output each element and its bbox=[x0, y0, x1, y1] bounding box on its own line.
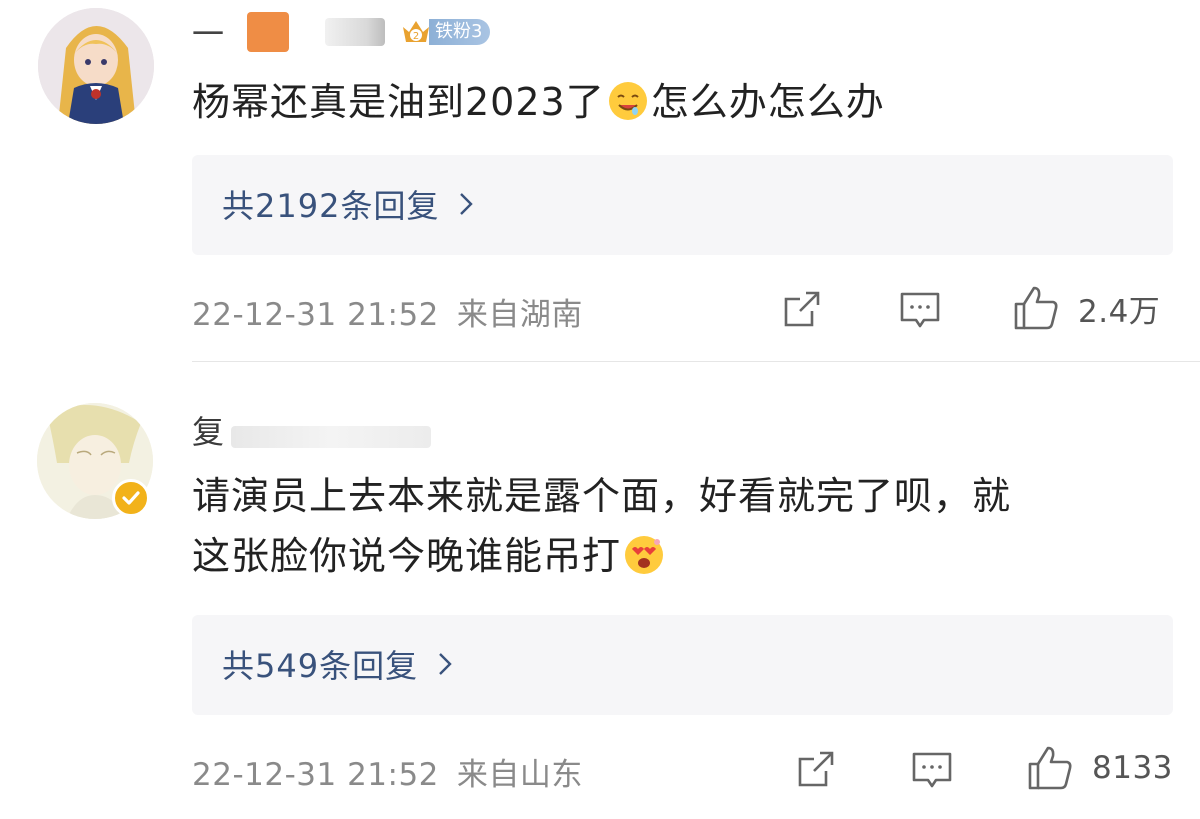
drooling-face-emoji bbox=[608, 82, 647, 120]
replies-count-label: 共549条回复 bbox=[222, 647, 419, 685]
comment-text-part: 杨幂还真是油到2023了 bbox=[192, 80, 605, 124]
comment-text-part: 这张脸你说今晚谁能吊打 bbox=[192, 534, 622, 578]
comment-item: 复 请演员上去本来就是露个面，好看就完了呗，就 这张脸你说今晚谁能吊打 共549… bbox=[0, 363, 1200, 819]
comment-text: 请演员上去本来就是露个面，好看就完了呗，就 这张脸你说今晚谁能吊打 bbox=[192, 466, 1152, 586]
thumbs-up-icon bbox=[1028, 746, 1072, 790]
comment-text: 杨幂还真是油到2023了 怎么办怎么办 bbox=[192, 72, 885, 132]
comment-text-part: 怎么办怎么办 bbox=[650, 80, 885, 124]
avatar[interactable] bbox=[38, 8, 154, 124]
location: 来自山东 bbox=[456, 757, 583, 793]
share-button[interactable] bbox=[780, 287, 824, 331]
fan-badge[interactable]: 2 铁粉3 bbox=[399, 15, 491, 49]
svg-text:2: 2 bbox=[413, 31, 419, 42]
like-count: 2.4万 bbox=[1078, 293, 1161, 330]
username-row: 一 2 铁粉3 bbox=[192, 9, 491, 55]
share-button[interactable] bbox=[794, 747, 838, 791]
divider bbox=[192, 361, 1200, 362]
crown-icon: 2 bbox=[403, 21, 430, 42]
username-row: 复 bbox=[192, 407, 432, 453]
heart-eyes-face-emoji bbox=[625, 536, 664, 574]
timestamp: 22-12-31 21:52 bbox=[192, 297, 439, 333]
comment-item: 一 2 铁粉3 杨幂还真是油到2023了 怎么办怎么办 共2192条回复 22-… bbox=[0, 0, 1200, 362]
reply-button[interactable] bbox=[910, 748, 954, 792]
username-redaction bbox=[231, 426, 432, 448]
comment-icon bbox=[900, 292, 940, 328]
comment-meta: 22-12-31 21:52 来自山东 bbox=[192, 749, 583, 794]
replies-box[interactable]: 共2192条回复 bbox=[192, 155, 1173, 255]
comment-icon bbox=[912, 752, 952, 788]
timestamp: 22-12-31 21:52 bbox=[192, 757, 439, 793]
reply-button[interactable] bbox=[898, 288, 942, 332]
location: 来自湖南 bbox=[456, 297, 583, 333]
comment-text-line: 这张脸你说今晚谁能吊打 bbox=[192, 526, 1152, 586]
verified-badge bbox=[112, 479, 150, 517]
comment-list: 一 2 铁粉3 杨幂还真是油到2023了 怎么办怎么办 共2192条回复 22-… bbox=[0, 0, 1200, 819]
comment-meta: 22-12-31 21:52 来自湖南 bbox=[192, 289, 583, 334]
view-replies-link[interactable]: 共2192条回复 bbox=[222, 181, 475, 227]
chevron-right-icon bbox=[460, 193, 474, 215]
username-redaction bbox=[247, 12, 290, 52]
comment-text-line: 请演员上去本来就是露个面，好看就完了呗，就 bbox=[192, 474, 1012, 518]
share-icon bbox=[798, 751, 834, 787]
like-button[interactable]: 2.4万 bbox=[1012, 284, 1160, 332]
username[interactable]: 复 bbox=[192, 407, 225, 453]
username-redaction bbox=[325, 18, 386, 46]
like-count: 8133 bbox=[1092, 750, 1173, 786]
verified-check-icon bbox=[122, 491, 140, 505]
username[interactable]: 一 bbox=[192, 9, 225, 55]
view-replies-link[interactable]: 共549条回复 bbox=[222, 641, 454, 687]
thumbs-up-icon bbox=[1014, 286, 1058, 330]
fan-badge-label: 铁粉3 bbox=[429, 19, 491, 45]
chevron-right-icon bbox=[439, 653, 452, 675]
replies-count-label: 共2192条回复 bbox=[222, 187, 440, 225]
share-icon bbox=[784, 291, 820, 327]
like-button[interactable]: 8133 bbox=[1026, 744, 1173, 792]
replies-box[interactable]: 共549条回复 bbox=[192, 615, 1173, 715]
